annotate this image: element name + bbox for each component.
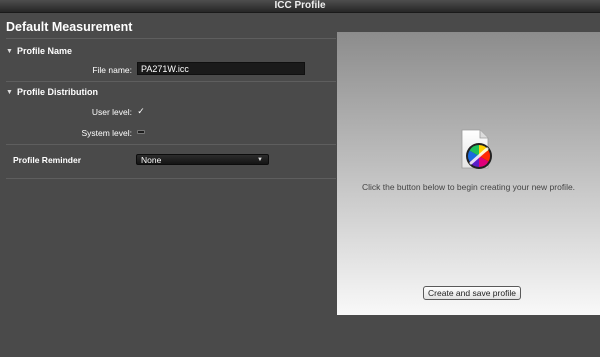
page-title: Default Measurement [6, 20, 133, 34]
user-level-checkbox[interactable]: ✓ [136, 106, 146, 116]
file-name-label: File name: [92, 65, 132, 75]
profile-reminder-label: Profile Reminder [13, 155, 82, 165]
color-wheel-document-icon [460, 129, 494, 169]
divider [6, 81, 336, 82]
profile-reminder-select[interactable]: None ▼ [136, 154, 269, 165]
profile-reminder-value: None [141, 155, 162, 165]
system-level-label: System level: [81, 128, 132, 138]
profile-name-header: Profile Name [16, 46, 72, 56]
instruction-text: Click the button below to begin creating… [361, 182, 576, 192]
disclosure-triangle-icon: ▼ [6, 88, 13, 96]
divider [6, 178, 336, 179]
divider [6, 144, 336, 145]
profile-distribution-section-toggle[interactable]: ▼ Profile Distribution [6, 87, 98, 97]
chevron-down-icon: ▼ [257, 157, 263, 163]
file-name-input[interactable] [137, 62, 305, 75]
preview-panel: Click the button below to begin creating… [337, 32, 600, 315]
profile-distribution-header: Profile Distribution [16, 87, 98, 97]
profile-name-section-toggle[interactable]: ▼ Profile Name [6, 46, 72, 56]
create-and-save-profile-button[interactable]: Create and save profile [423, 286, 521, 300]
system-level-checkbox[interactable] [136, 127, 146, 137]
window-title: ICC Profile [274, 0, 326, 11]
disclosure-triangle-icon: ▼ [6, 47, 13, 55]
divider [6, 38, 336, 39]
user-level-label: User level: [91, 107, 132, 117]
window-titlebar: ICC Profile [0, 0, 600, 13]
